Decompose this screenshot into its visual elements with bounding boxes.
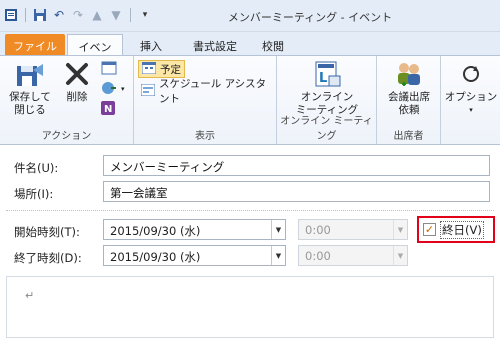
chevron-down-icon: ▼ [393,246,407,265]
allday-highlight: ✓ 終日(V) [417,216,495,243]
appointment-label: 予定 [160,63,181,76]
scheduling-icon [140,83,156,99]
body-textarea[interactable]: ↵ [6,276,494,338]
appointment-icon [141,61,157,77]
forward-button[interactable]: ▾ [98,80,128,98]
group-options: オプション ▾ [441,56,500,144]
delete-icon [61,60,93,88]
options-dropdown-icon: ▾ [469,106,473,114]
tab-file[interactable]: ファイル [5,34,65,56]
options-button[interactable]: オプション ▾ [443,60,499,117]
chevron-down-icon[interactable]: ▼ [271,220,285,239]
invite-label-2: 依頼 [398,104,420,116]
invite-label-1: 会議出席 [388,91,430,103]
start-time-label: 開始時刻(T): [14,225,80,239]
invite-attendees-button[interactable]: 会議出席 依頼 [381,60,437,117]
start-time-value: 0:00 [305,223,331,237]
group-label-show: 表示 [195,131,215,142]
chevron-down-icon: ▼ [393,220,407,239]
svg-text:N: N [104,104,112,115]
paragraph-mark: ↵ [25,289,35,302]
online-meeting-button[interactable]: L オンライン ミーティング [295,60,359,117]
save-close-label-1: 保存して [9,91,51,103]
title-bar: ↶ ↷ ▲ ▼ ▾ メンバーミーティング - イベント [0,0,500,32]
tab-review[interactable]: 校閲 [254,34,292,56]
group-label-online: オンライン ミーティング [280,116,373,142]
group-show: 予定 スケジュール アシスタント 表示 [134,56,277,144]
end-date-dropdown[interactable]: 2015/09/30 (水) ▼ [103,245,286,266]
online-meeting-label-1: オンライン [300,91,354,103]
end-date-value: 2015/09/30 (水) [110,250,201,264]
ribbon-tabs: ファイル イベント 挿入 書式設定 校閲 [0,32,500,70]
window-title: メンバーミーティング - イベント [227,11,393,24]
onenote-button[interactable]: N [98,100,118,118]
tab-format[interactable]: 書式設定 [185,34,245,56]
save-close-icon [14,60,46,88]
location-label: 場所(I): [14,187,54,201]
scheduling-assistant-button[interactable]: スケジュール アシスタント [138,78,276,105]
allday-label[interactable]: 終日(V) [440,220,484,239]
start-date-value: 2015/09/30 (水) [110,224,201,238]
save-close-button[interactable]: 保存して 閉じる [8,60,52,117]
start-time-dropdown: 0:00 ▼ [298,219,408,240]
save-close-label-2: 閉じる [14,104,46,116]
group-online-meeting: L オンライン ミーティング オンライン ミーティング [277,56,377,144]
allday-checkbox[interactable]: ✓ [423,223,436,236]
start-date-dropdown[interactable]: 2015/09/30 (水) ▼ [103,219,286,240]
people-icon [393,60,425,88]
event-form: 件名(U): メンバーミーティング 場所(I): 第一会議室 開始時刻(T): … [0,146,500,340]
group-attendees: 会議出席 依頼 出席者 [377,56,441,144]
calendar-icon [101,61,117,78]
svg-text:L: L [319,71,327,86]
onenote-icon: N [101,100,115,118]
chevron-down-icon[interactable]: ▼ [271,246,285,265]
group-label-attendees: 出席者 [393,131,424,142]
tab-insert[interactable]: 挿入 [132,34,170,56]
scheduling-label: スケジュール アシスタント [159,78,267,105]
globe-arrow-icon [101,81,117,98]
delete-label: 削除 [66,91,88,103]
location-input[interactable]: 第一会議室 [103,181,490,202]
group-actions: 保存して 閉じる 削除 ▾ N アクション [0,56,134,144]
ribbon: 保存して 閉じる 削除 ▾ N アクション 予定 スケジュール アシスタント 表… [0,55,500,145]
online-meeting-icon: L [311,60,343,88]
options-label: オプション [444,91,498,103]
calendar-view-button[interactable] [98,60,120,78]
refresh-icon [455,60,487,88]
group-label-actions: アクション [41,131,92,142]
end-time-label: 終了時刻(D): [14,251,82,265]
tab-event[interactable]: イベント [67,34,123,70]
end-time-dropdown: 0:00 ▼ [298,245,408,266]
dropdown-arrow-icon: ▾ [121,85,125,93]
end-time-value: 0:00 [305,249,331,263]
divider [6,210,494,211]
subject-input[interactable]: メンバーミーティング [103,155,490,176]
delete-button[interactable]: 削除 [60,60,94,104]
subject-label: 件名(U): [14,161,59,175]
